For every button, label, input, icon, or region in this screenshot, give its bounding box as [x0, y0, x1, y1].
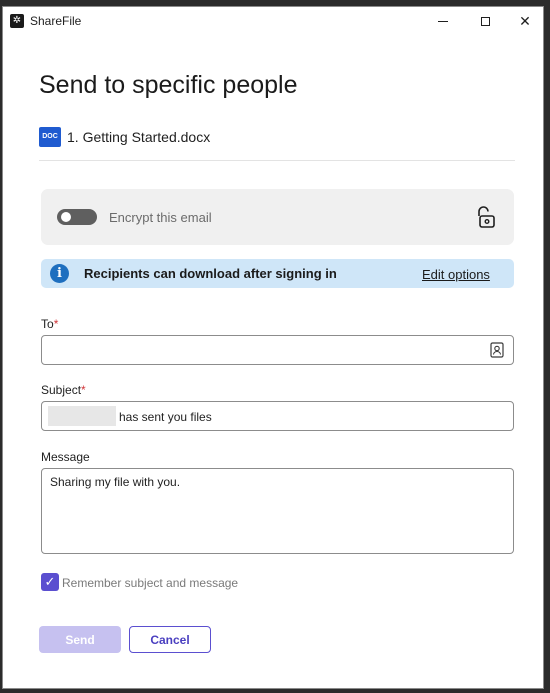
subject-label-text: Subject [41, 383, 82, 397]
to-label-text: To [41, 317, 54, 331]
toggle-knob [61, 212, 71, 222]
minimize-icon [438, 20, 448, 22]
info-banner: i Recipients can download after signing … [41, 259, 514, 288]
remember-label: Remember subject and message [62, 576, 239, 590]
redacted-sender-name [48, 406, 116, 426]
maximize-icon [480, 16, 490, 26]
close-button[interactable]: ✕ [505, 7, 545, 35]
subject-input[interactable]: has sent you files [41, 401, 514, 431]
divider [39, 160, 515, 161]
encrypt-panel: Encrypt this email [41, 189, 514, 245]
minimize-button[interactable] [423, 7, 463, 35]
subject-value: has sent you files [119, 410, 212, 424]
send-button[interactable]: Send [39, 626, 121, 653]
message-label: Message [41, 450, 90, 464]
info-icon: i [50, 264, 69, 283]
maximize-button[interactable] [465, 7, 505, 35]
file-name: 1. Getting Started.docx [67, 129, 211, 145]
message-value: Sharing my file with you. [50, 475, 181, 489]
banner-text: Recipients can download after signing in [84, 266, 337, 281]
encrypt-label: Encrypt this email [109, 210, 212, 225]
to-label: To* [41, 317, 58, 331]
edit-options-link[interactable]: Edit options [422, 267, 490, 282]
docx-file-icon: DOC [39, 127, 61, 147]
title-bar: ✲ ShareFile ✕ [3, 7, 543, 35]
sharefile-logo-icon: ✲ [10, 14, 24, 28]
encrypt-toggle[interactable] [57, 209, 97, 225]
sharefile-window: ✲ ShareFile ✕ Send to specific people DO… [2, 6, 544, 689]
required-mark: * [81, 383, 86, 397]
close-icon: ✕ [519, 12, 531, 29]
contacts-icon[interactable] [490, 342, 504, 358]
required-mark: * [53, 317, 59, 331]
unlock-icon [478, 206, 495, 228]
checkmark-icon: ✓ [44, 574, 56, 589]
message-textarea[interactable]: Sharing my file with you. [41, 468, 514, 554]
to-input[interactable] [41, 335, 514, 365]
remember-checkbox[interactable]: ✓ [41, 573, 59, 591]
cancel-button[interactable]: Cancel [129, 626, 211, 653]
window-title: ShareFile [30, 14, 82, 28]
page-title: Send to specific people [39, 71, 298, 99]
subject-label: Subject* [41, 383, 86, 397]
